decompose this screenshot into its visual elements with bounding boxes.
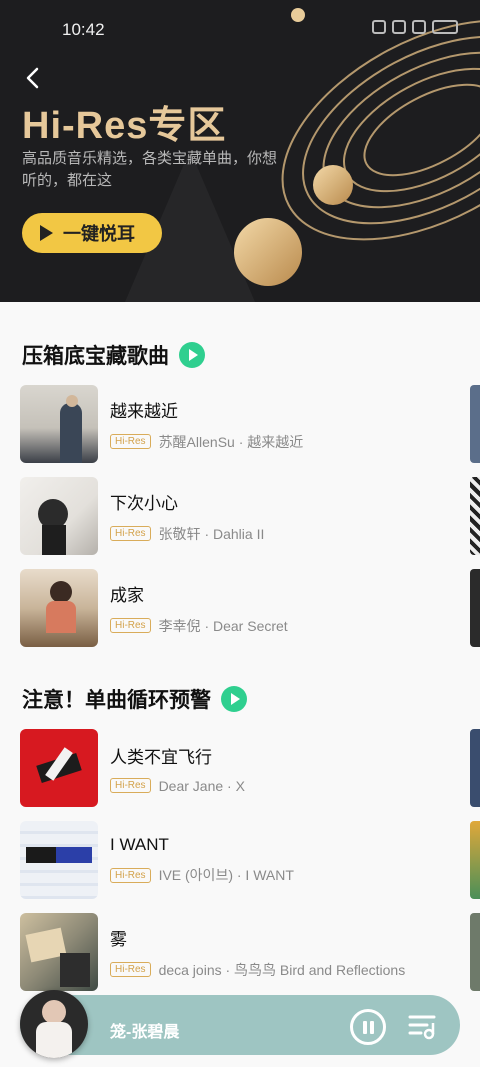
song-artist-album: IVE (아이브) · I WANT <box>158 867 294 883</box>
song-artist-album: 李幸倪 · Dear Secret <box>158 617 288 634</box>
pause-icon[interactable] <box>350 1009 386 1045</box>
song-title: 越来越近 <box>110 401 178 421</box>
song-row[interactable]: 下次小心 Hi-Res 张敬轩 · Dahlia II <box>20 477 460 555</box>
album-cover <box>20 821 98 899</box>
hi-res-badge: Hi-Res <box>110 867 151 883</box>
wifi-icon <box>392 20 406 34</box>
song-artist-album: 张敬轩 · Dahlia II <box>158 525 265 542</box>
song-row[interactable]: I WANT Hi-Res IVE (아이브) · I WANT <box>20 821 460 899</box>
album-cover <box>20 913 98 991</box>
play-icon <box>40 225 53 241</box>
album-cover <box>20 729 98 807</box>
section-title: 注意！单曲循环预警 <box>22 689 211 712</box>
album-cover <box>20 477 98 555</box>
hi-res-badge: Hi-Res <box>110 618 151 633</box>
next-card-peek[interactable] <box>470 569 480 647</box>
hi-res-badge: Hi-Res <box>110 434 151 449</box>
next-card-peek[interactable] <box>470 729 480 807</box>
status-time: 10:42 <box>62 20 105 39</box>
section-title: 压箱底宝藏歌曲 <box>22 345 169 368</box>
hi-res-badge: Hi-Res <box>110 778 151 793</box>
song-row[interactable]: 越来越近 Hi-Res 苏醒AllenSu · 越来越近 <box>20 385 460 463</box>
now-playing-title[interactable]: 笼-张碧晨 <box>110 1018 179 1042</box>
hero-banner: 10:42 Hi-Res专区 高品质音乐精选，各类宝藏单曲，你想听的，都在这 一… <box>0 0 480 302</box>
signal-icon <box>412 20 426 34</box>
next-card-peek[interactable] <box>470 385 480 463</box>
playlist-icon[interactable] <box>407 1013 437 1041</box>
song-title: 下次小心 <box>110 493 178 513</box>
song-title: 人类不宜飞行 <box>110 747 212 767</box>
section-header: 注意！单曲循环预警 <box>22 684 247 714</box>
song-title: 成家 <box>110 585 144 605</box>
next-card-peek[interactable] <box>470 913 480 991</box>
song-row[interactable]: 人类不宜飞行 Hi-Res Dear Jane · X <box>20 729 460 807</box>
back-arrow-icon[interactable] <box>22 66 46 90</box>
song-title: 雾 <box>110 929 127 949</box>
page-title: Hi-Res专区 <box>22 105 227 147</box>
notification-icon <box>372 20 386 34</box>
section-header: 压箱底宝藏歌曲 <box>22 340 205 370</box>
song-row[interactable]: 成家 Hi-Res 李幸倪 · Dear Secret <box>20 569 460 647</box>
hi-res-badge: Hi-Res <box>110 962 151 977</box>
song-row[interactable]: 雾 Hi-Res deca joins · 鸟鸟鸟 Bird and Reflec… <box>20 913 460 991</box>
hi-res-badge: Hi-Res <box>110 526 151 541</box>
now-playing-cover[interactable] <box>20 990 88 1058</box>
song-artist-album: 苏醒AllenSu · 越来越近 <box>158 433 304 450</box>
song-artist-album: deca joins · 鸟鸟鸟 Bird and Reflections <box>158 961 406 978</box>
play-all-button[interactable]: 一键悦耳 <box>22 213 162 253</box>
next-card-peek[interactable] <box>470 477 480 555</box>
battery-icon <box>432 20 458 34</box>
section-play-button[interactable] <box>179 342 205 368</box>
status-icons <box>372 20 458 34</box>
album-cover <box>20 385 98 463</box>
play-all-label: 一键悦耳 <box>63 224 135 244</box>
song-title: I WANT <box>110 835 169 854</box>
page-description: 高品质音乐精选，各类宝藏单曲，你想听的，都在这 <box>22 150 278 189</box>
section-play-button[interactable] <box>221 686 247 712</box>
song-artist-album: Dear Jane · X <box>158 777 245 794</box>
album-cover <box>20 569 98 647</box>
status-bar: 10:42 <box>0 18 480 42</box>
next-card-peek[interactable] <box>470 821 480 899</box>
